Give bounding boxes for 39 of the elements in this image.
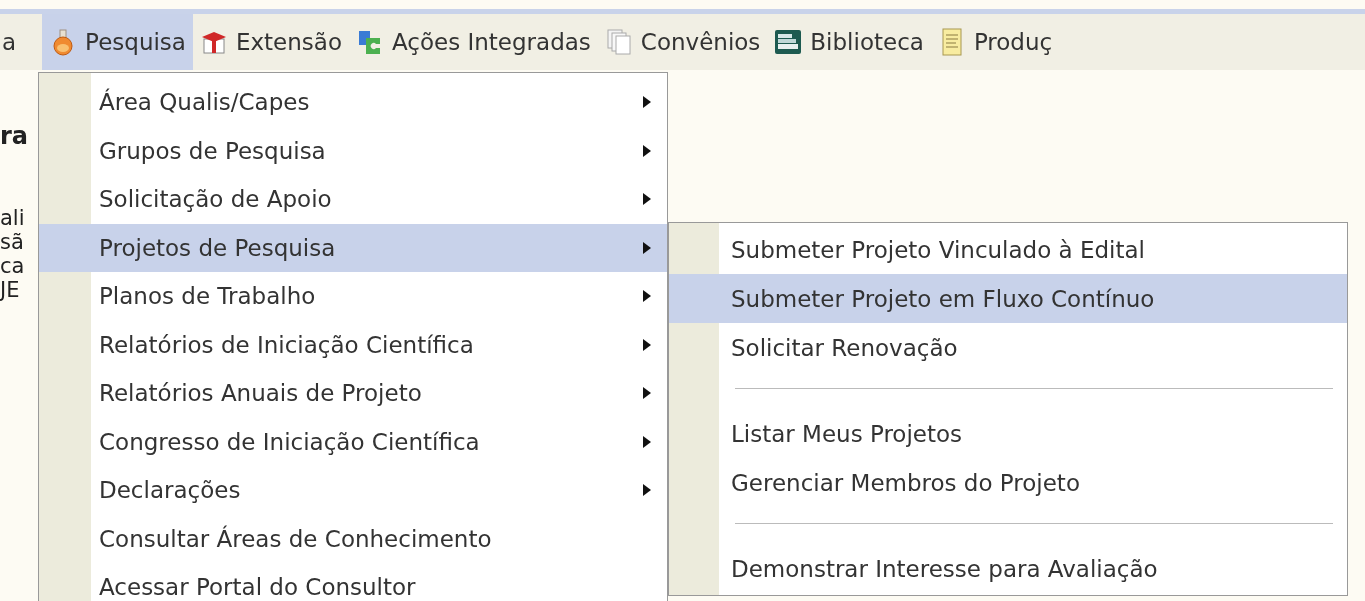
caret-icon [643,338,651,351]
menu-item[interactable]: Solicitação de Apoio [39,175,667,224]
caret-icon [643,96,651,109]
menu-item[interactable]: Grupos de Pesquisa [39,126,667,175]
menu-bar-item[interactable]: Extensão [192,14,349,70]
menu-item[interactable]: Relatórios Anuais de Projeto [39,369,667,418]
text-fragment: ca [0,254,26,278]
caret-icon [643,290,651,303]
text-fragment: ra [0,122,30,150]
caret-icon [643,484,651,497]
books-icon [774,28,803,56]
menu-bar-item[interactable]: a [0,14,17,70]
menu-item[interactable]: Planos de Trabalho [39,272,667,321]
menu-bar-item[interactable]: Biblioteca [767,14,931,70]
menu-item[interactable]: Projetos de Pesquisa [39,223,667,272]
menu-item[interactable]: Submeter Projeto Vinculado à Edital [669,225,1347,274]
pages-icon [604,28,633,56]
caret-icon [643,193,651,206]
menu-item[interactable]: Congresso de Iniciação Científica [39,417,667,466]
menu-item[interactable]: Acessar Portal do Consultor [39,563,667,601]
menu-item[interactable]: Relatórios de Iniciação Científica [39,320,667,369]
menu-item[interactable]: Submeter Projeto em Fluxo Contínuo [669,274,1347,323]
menu-item[interactable]: Solicitar Renovação [669,323,1347,372]
menu-item[interactable]: Consultar Áreas de Conhecimento [39,514,667,563]
menu-bar-item[interactable]: Ações Integradas [349,14,598,70]
caret-icon [643,144,651,157]
menu-item[interactable]: Área Qualis/Capes [39,78,667,127]
menu-item[interactable]: Gerenciar Membros do Projeto [669,458,1347,507]
menu-item[interactable]: Listar Meus Projetos [669,409,1347,458]
caret-icon [643,387,651,400]
text-fragment: sã [0,230,25,254]
caret-icon [643,241,651,254]
menu-bar-item[interactable]: Produç [930,14,1060,70]
menu-bar-item[interactable]: Pesquisa [42,14,193,70]
caret-icon [643,435,651,448]
menu-bar-item[interactable]: Convênios [597,14,768,70]
text-fragment: ali [0,206,26,230]
menu-item[interactable]: Declarações [39,466,667,515]
menu-item[interactable]: Demonstrar Interesse para Avaliação [669,544,1347,593]
